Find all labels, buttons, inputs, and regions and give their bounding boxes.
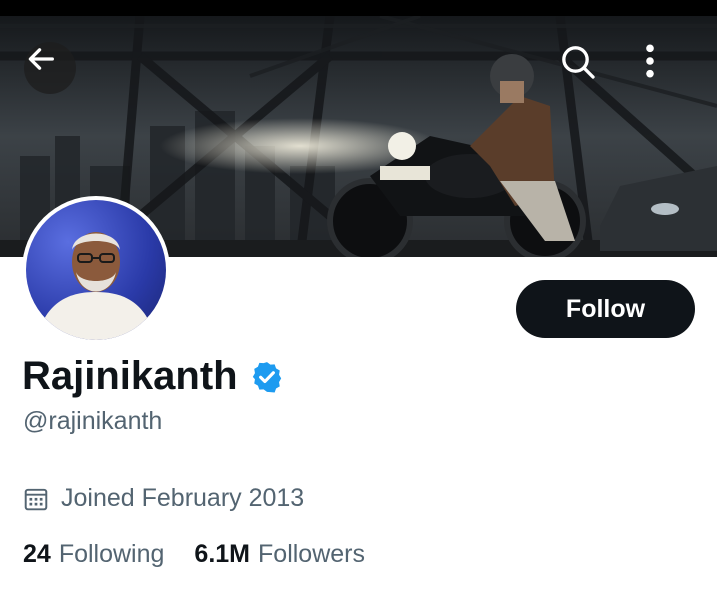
following-label: Following [58,540,165,568]
user-handle: @rajinikanth [23,407,163,435]
more-options-button[interactable] [643,42,695,94]
display-name: Rajinikanth [22,354,284,399]
verified-badge-icon[interactable] [250,360,284,394]
status-bar [0,0,717,16]
calendar-icon [23,486,49,512]
more-vertical-icon [646,44,654,78]
follow-button[interactable]: Follow [516,280,695,338]
following-count: 24 [23,540,51,568]
back-button[interactable] [24,42,76,94]
followers-label: Followers [258,540,365,568]
search-button[interactable] [558,42,610,94]
followers-count: 6.1M [194,540,251,568]
avatar-image [26,200,166,340]
search-icon [562,46,595,79]
following-link[interactable]: 24 Following [23,540,164,569]
joined-text: Joined February 2013 [61,484,305,512]
followers-link[interactable]: 6.1M Followers [194,540,365,569]
avatar-portrait [36,232,156,340]
joined-date: Joined February 2013 [23,484,304,513]
verified-icon [252,361,281,392]
display-name-text: Rajinikanth [22,354,238,398]
avatar[interactable] [22,196,170,344]
follow-stats: 24 Following 6.1M Followers [23,540,365,569]
arrow-left-icon [28,48,54,70]
